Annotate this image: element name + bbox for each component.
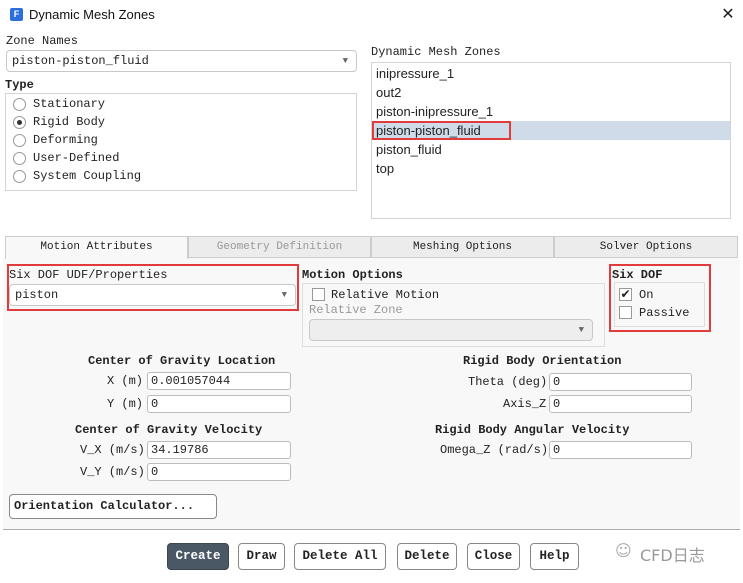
relative-zone-dropdown[interactable]: ▼ bbox=[309, 319, 593, 341]
watermark: CFD日志 bbox=[640, 542, 705, 566]
tab-meshing-options[interactable]: Meshing Options bbox=[371, 236, 554, 258]
cg-x-label: X (m) bbox=[107, 374, 143, 388]
help-button[interactable]: Help bbox=[530, 543, 579, 570]
theta-label: Theta (deg) bbox=[468, 375, 547, 389]
six-dof-passive-checkbox[interactable] bbox=[619, 306, 632, 319]
six-dof-passive-label: Passive bbox=[639, 306, 689, 320]
radio-label: Stationary bbox=[33, 97, 105, 111]
radio-label: System Coupling bbox=[33, 169, 141, 183]
list-item[interactable]: inipressure_1 bbox=[376, 64, 454, 83]
six-dof-udf-dropdown[interactable]: piston ▼ bbox=[9, 284, 296, 306]
angular-velocity-label: Rigid Body Angular Velocity bbox=[435, 423, 629, 437]
motion-options-label: Motion Options bbox=[302, 268, 403, 282]
vx-label: V_X (m/s) bbox=[80, 443, 145, 457]
list-item[interactable]: piston-inipressure_1 bbox=[376, 102, 493, 121]
six-dof-on-label: On bbox=[639, 288, 653, 302]
delete-button[interactable]: Delete bbox=[397, 543, 457, 570]
vx-input[interactable]: 34.19786 bbox=[147, 441, 291, 459]
highlight-box bbox=[372, 121, 511, 140]
radio-label: Rigid Body bbox=[33, 115, 105, 129]
tab-motion-attributes[interactable]: Motion Attributes bbox=[5, 236, 188, 259]
six-dof-udf-label: Six DOF UDF/Properties bbox=[9, 268, 167, 282]
chevron-down-icon: ▼ bbox=[282, 285, 287, 305]
list-item[interactable]: piston_fluid bbox=[376, 140, 442, 159]
theta-input[interactable]: 0 bbox=[549, 373, 692, 391]
axis-z-input[interactable]: 0 bbox=[549, 395, 692, 413]
tab-geometry-definition[interactable]: Geometry Definition bbox=[188, 236, 371, 258]
axis-z-label: Axis_Z bbox=[503, 397, 546, 411]
relative-motion-checkbox[interactable] bbox=[312, 288, 325, 301]
relative-motion-label: Relative Motion bbox=[331, 288, 439, 302]
close-icon[interactable]: ✕ bbox=[718, 4, 738, 24]
chevron-down-icon: ▼ bbox=[579, 320, 584, 340]
zone-names-dropdown[interactable]: piston-piston_fluid ▼ bbox=[6, 50, 357, 72]
zone-names-label: Zone Names bbox=[6, 34, 78, 48]
radio-label: Deforming bbox=[33, 133, 98, 147]
window-title: Dynamic Mesh Zones bbox=[29, 7, 155, 22]
six-dof-on-checkbox[interactable]: ✔ bbox=[619, 288, 632, 301]
cg-x-input[interactable]: 0.001057044 bbox=[147, 372, 291, 390]
zone-names-value: piston-piston_fluid bbox=[12, 54, 149, 68]
radio-system-coupling[interactable] bbox=[13, 170, 26, 183]
cg-y-label: Y (m) bbox=[107, 397, 143, 411]
radio-deforming[interactable] bbox=[13, 134, 26, 147]
app-icon: F bbox=[10, 8, 23, 21]
vy-input[interactable]: 0 bbox=[147, 463, 291, 481]
radio-stationary[interactable] bbox=[13, 98, 26, 111]
orientation-calculator-button[interactable]: Orientation Calculator... bbox=[9, 494, 217, 519]
omega-label: Omega_Z (rad/s) bbox=[440, 443, 548, 457]
six-dof-udf-value: piston bbox=[15, 288, 58, 302]
cg-velocity-label: Center of Gravity Velocity bbox=[75, 423, 262, 437]
orientation-label: Rigid Body Orientation bbox=[463, 354, 621, 368]
wechat-icon: ☺ bbox=[615, 541, 632, 560]
relative-zone-label: Relative Zone bbox=[309, 303, 403, 317]
divider bbox=[3, 529, 740, 530]
delete-all-button[interactable]: Delete All bbox=[294, 543, 386, 570]
chevron-down-icon: ▼ bbox=[343, 51, 348, 71]
close-button[interactable]: Close bbox=[467, 543, 520, 570]
omega-input[interactable]: 0 bbox=[549, 441, 692, 459]
create-button[interactable]: Create bbox=[167, 543, 229, 570]
type-label: Type bbox=[5, 78, 34, 92]
tab-solver-options[interactable]: Solver Options bbox=[554, 236, 738, 258]
cg-y-input[interactable]: 0 bbox=[147, 395, 291, 413]
draw-button[interactable]: Draw bbox=[238, 543, 285, 570]
cg-location-label: Center of Gravity Location bbox=[88, 354, 275, 368]
radio-label: User-Defined bbox=[33, 151, 119, 165]
radio-rigid-body[interactable] bbox=[13, 116, 26, 129]
zones-list-label: Dynamic Mesh Zones bbox=[371, 45, 501, 59]
vy-label: V_Y (m/s) bbox=[80, 465, 145, 479]
list-item[interactable]: out2 bbox=[376, 83, 401, 102]
radio-user-defined[interactable] bbox=[13, 152, 26, 165]
six-dof-label: Six DOF bbox=[612, 268, 662, 282]
list-item[interactable]: top bbox=[376, 159, 394, 178]
